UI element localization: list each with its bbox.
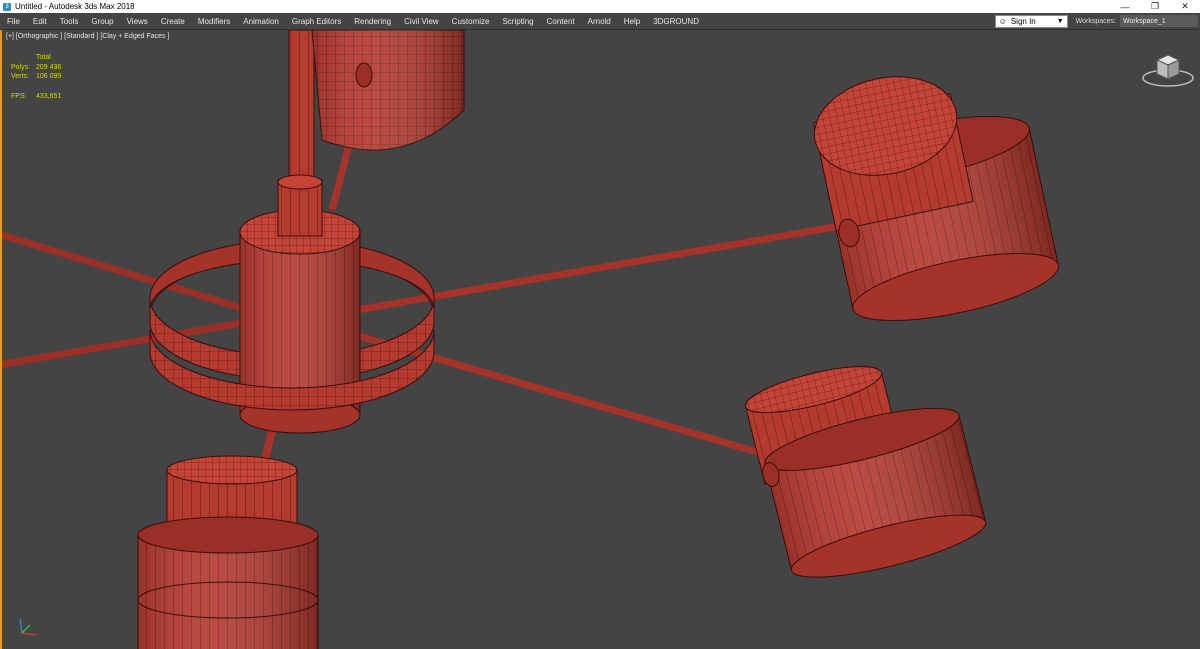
close-button[interactable]: ✕	[1170, 0, 1200, 13]
statistics-overlay: Total Polys: 209 436 Verts: 106 099 FPS:…	[11, 53, 61, 101]
bottom-left-lamp	[137, 455, 319, 649]
menu-rendering[interactable]: Rendering	[347, 17, 397, 26]
workspaces-label: Workspaces:	[1075, 17, 1116, 25]
menu-edit[interactable]: Edit	[26, 17, 53, 26]
menu-bar: File Edit Tools Group Views Create Modif…	[0, 13, 1200, 30]
verts-value: 106 099	[36, 73, 62, 80]
menu-tools[interactable]: Tools	[53, 17, 85, 26]
right-lower-lamp	[745, 366, 987, 578]
minimize-button[interactable]: —	[1110, 0, 1140, 13]
polys-label: Polys:	[11, 63, 31, 71]
stats-gap	[11, 82, 61, 92]
title-bar: 3 Untitled - Autodesk 3ds Max 2018 — ❐ ✕	[0, 0, 1200, 13]
close-icon: ✕	[1181, 1, 1189, 11]
chevron-down-icon: ▼	[1056, 17, 1064, 25]
top-lamp-shade	[311, 30, 465, 151]
app-logo-icon: 3	[3, 2, 11, 11]
window-title: Untitled - Autodesk 3ds Max 2018	[15, 2, 135, 11]
menu-arnold[interactable]: Arnold	[581, 17, 617, 26]
workspace-select[interactable]: Workspace_1	[1120, 15, 1198, 27]
menu-help[interactable]: Help	[617, 17, 646, 26]
sign-in-dropdown[interactable]: ☺ Sign In ▼	[994, 14, 1068, 28]
right-upper-lamp	[812, 76, 1059, 322]
stats-header: Total	[36, 54, 51, 61]
minimize-icon: —	[1120, 1, 1130, 12]
menu-views[interactable]: Views	[120, 17, 154, 26]
scene-canvas[interactable]	[2, 30, 1200, 649]
menu-content[interactable]: Content	[540, 17, 581, 26]
menu-modifiers[interactable]: Modifiers	[191, 17, 236, 26]
perspective-viewport[interactable]: [+] [Orthographic ] [Standard ] [Clay + …	[0, 30, 1200, 649]
stats-polys-row: Polys: 209 436	[11, 63, 61, 73]
menu-graph-editors[interactable]: Graph Editors	[285, 17, 347, 26]
restore-button[interactable]: ❐	[1140, 0, 1170, 13]
stats-verts-row: Verts: 106 099	[11, 72, 61, 82]
menu-customize[interactable]: Customize	[445, 17, 496, 26]
menu-scripting[interactable]: Scripting	[495, 17, 539, 26]
restore-icon: ❐	[1150, 1, 1160, 11]
viewport-label[interactable]: [+] [Orthographic ] [Standard ] [Clay + …	[6, 33, 169, 40]
menu-file[interactable]: File	[0, 17, 26, 26]
menu-3dground[interactable]: 3DGROUND	[646, 17, 705, 26]
axis-tripod-icon	[19, 618, 37, 636]
stats-fps-row: FPS: 433,651	[11, 92, 61, 102]
menu-group[interactable]: Group	[84, 17, 119, 26]
user-icon: ☺	[998, 16, 1007, 26]
fps-label: FPS:	[11, 92, 27, 100]
polys-value: 209 436	[36, 63, 62, 71]
verts-label: Verts:	[11, 73, 29, 80]
menu-create[interactable]: Create	[154, 17, 191, 26]
sign-in-label: Sign In	[1010, 16, 1036, 26]
viewcube-icon[interactable]	[1140, 48, 1196, 88]
fps-value: 433,651	[36, 92, 62, 100]
menu-animation[interactable]: Animation	[236, 17, 285, 26]
menu-civil-view[interactable]: Civil View	[397, 17, 445, 26]
